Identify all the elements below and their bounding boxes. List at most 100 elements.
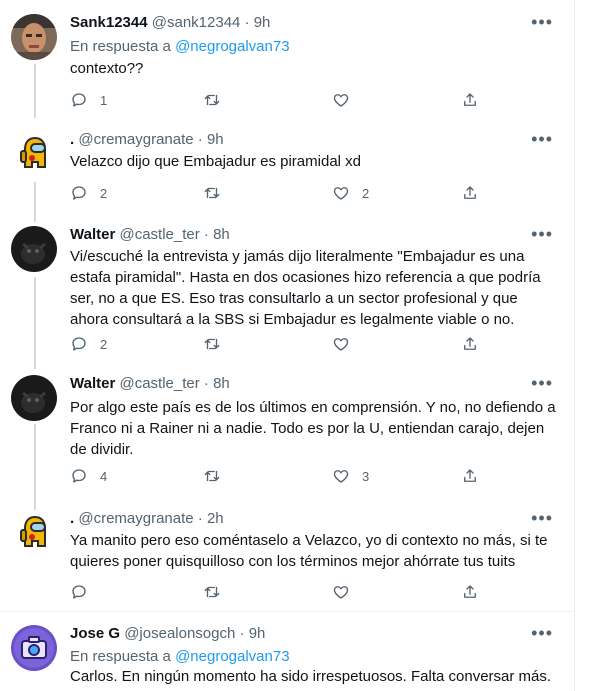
timestamp[interactable]: 8h [213, 226, 230, 243]
tweet-actions: 4 3 [70, 467, 490, 487]
more-icon[interactable]: ••• [531, 509, 553, 527]
retweet-button[interactable] [203, 184, 233, 202]
avatar[interactable] [11, 131, 57, 177]
reply-button[interactable]: 2 [70, 184, 107, 202]
tweet-actions [70, 583, 490, 603]
tweet-header: Sank12344 @sank12344 · 9h [70, 14, 270, 32]
tweet-text: Ya manito pero eso coméntaselo a Velazco… [70, 532, 548, 570]
like-button[interactable] [332, 91, 362, 109]
avatar[interactable] [11, 625, 57, 671]
tweet-text: Velazco dijo que Embajadur es piramidal … [70, 153, 361, 170]
more-icon[interactable]: ••• [531, 374, 553, 392]
reply-button[interactable]: 2 [70, 335, 107, 353]
timestamp[interactable]: 9h [249, 625, 266, 642]
timestamp[interactable]: 2h [207, 510, 224, 527]
reply-to-link[interactable]: @negrogalvan73 [175, 38, 289, 55]
more-icon[interactable]: ••• [531, 13, 553, 31]
reply-button[interactable]: 4 [70, 467, 107, 485]
share-icon [464, 186, 476, 199]
share-button[interactable] [461, 583, 479, 601]
display-name[interactable]: . [70, 510, 74, 527]
tweet-text: Carlos. En ningún momento ha sido irresp… [70, 668, 552, 685]
tweet-header: Walter @castle_ter · 8h [70, 375, 230, 393]
separator: · [197, 510, 203, 527]
retweet-icon [204, 586, 220, 598]
display-name[interactable]: Walter [70, 375, 115, 392]
like-count: 2 [362, 185, 370, 201]
tweet-header: Walter @castle_ter · 8h [70, 226, 230, 244]
avatar[interactable] [11, 375, 57, 421]
reply-count: 2 [100, 185, 108, 201]
user-handle[interactable]: @cremaygranate [78, 131, 193, 148]
thread-line [34, 182, 36, 222]
conversation-feed: Sank12344 @sank12344 · 9h ••• En respues… [0, 0, 575, 691]
tweet-actions: 2 2 [70, 184, 490, 204]
reply-icon [72, 585, 86, 599]
share-button[interactable] [461, 91, 479, 109]
like-button[interactable] [332, 335, 362, 353]
thread-line [34, 424, 36, 510]
tweet-actions: 1 [70, 91, 490, 111]
display-name[interactable]: . [70, 131, 74, 148]
retweet-button[interactable] [203, 335, 233, 353]
reply-button[interactable]: 1 [70, 91, 107, 109]
share-button[interactable] [461, 335, 479, 353]
timestamp[interactable]: 9h [207, 131, 224, 148]
more-icon[interactable]: ••• [531, 225, 553, 243]
more-icon[interactable]: ••• [531, 130, 553, 148]
tweet-actions: 2 [70, 335, 490, 355]
retweet-button[interactable] [203, 91, 233, 109]
retweet-button[interactable] [203, 583, 233, 601]
reply-count: 2 [100, 336, 108, 352]
like-button[interactable] [332, 583, 362, 601]
retweet-button[interactable] [203, 467, 233, 485]
reply-icon [72, 186, 86, 200]
like-button[interactable]: 2 [332, 184, 369, 202]
user-handle[interactable]: @sank12344 [152, 14, 241, 31]
like-icon [333, 470, 349, 483]
reply-to-link[interactable]: @negrogalvan73 [175, 648, 289, 665]
retweet-icon [204, 187, 220, 199]
retweet-icon [204, 338, 220, 350]
more-icon[interactable]: ••• [531, 624, 553, 642]
display-name[interactable]: Jose G [70, 625, 120, 642]
avatar[interactable] [11, 14, 57, 60]
reply-icon [72, 337, 86, 351]
separator: · [203, 226, 209, 243]
reply-icon [72, 93, 86, 107]
separator: · [244, 14, 250, 31]
avatar[interactable] [11, 510, 57, 556]
like-icon [333, 187, 349, 200]
like-icon [333, 586, 349, 599]
share-icon [464, 337, 476, 350]
user-handle[interactable]: @castle_ter [119, 375, 199, 392]
like-button[interactable]: 3 [332, 467, 369, 485]
share-icon [464, 93, 476, 106]
like-icon [333, 338, 349, 351]
separator: · [203, 375, 209, 392]
timestamp[interactable]: 8h [213, 375, 230, 392]
timestamp[interactable]: 9h [254, 14, 271, 31]
reply-button[interactable] [70, 583, 100, 601]
user-handle[interactable]: @josealonsogch [124, 625, 235, 642]
retweet-icon [204, 94, 220, 106]
user-handle[interactable]: @castle_ter [119, 226, 199, 243]
avatar[interactable] [11, 226, 57, 272]
display-name[interactable]: Sank12344 [70, 14, 148, 31]
display-name[interactable]: Walter [70, 226, 115, 243]
tweet-header: Jose G @josealonsogch · 9h [70, 625, 265, 643]
reply-count: 4 [100, 468, 108, 484]
tweet-text: contexto?? [70, 60, 144, 77]
like-count: 3 [362, 468, 370, 484]
share-button[interactable] [461, 184, 479, 202]
thread-line [34, 277, 36, 369]
tweet-header: . @cremaygranate · 2h [70, 510, 224, 528]
tweet-text: Vi/escuché la entrevista y jamás dijo li… [70, 248, 541, 328]
reply-context: En respuesta a @negrogalvan73 [70, 648, 290, 666]
user-handle[interactable]: @cremaygranate [78, 510, 193, 527]
tweet-text: Por algo este país es de los últimos en … [70, 399, 556, 458]
share-button[interactable] [461, 467, 479, 485]
reply-prefix: En respuesta a [70, 38, 171, 55]
separator: · [239, 625, 245, 642]
reply-count: 1 [100, 92, 108, 108]
